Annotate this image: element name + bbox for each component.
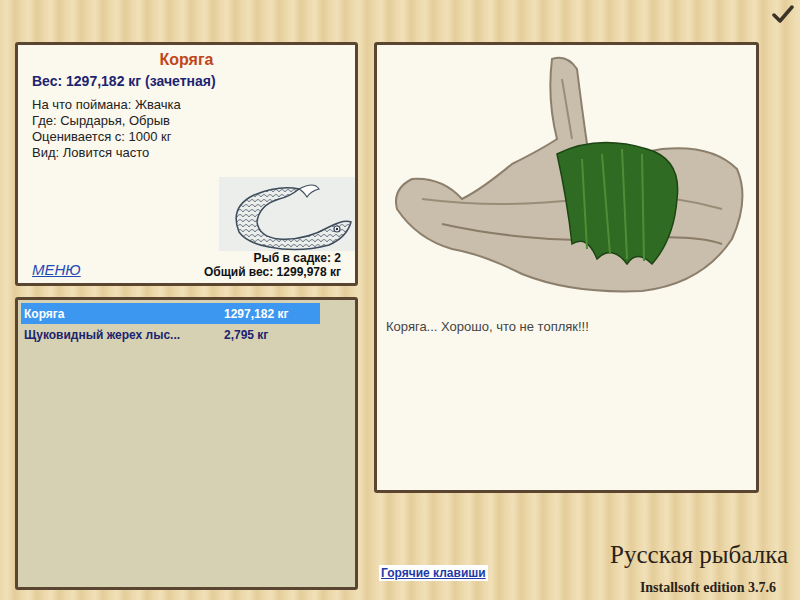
picture-panel: Коряга... Хорошо, что не топляк!!! [374,42,759,493]
catch-weight: Вес: 1297,182 кг (зачетная) [32,71,341,91]
row-weight: 1297,182 кг [224,305,288,323]
main-area: КорягаВес: 1297,182 кг (зачетная)На что … [0,42,800,600]
edition-label: Installsoft edition 3.7.6 [640,580,776,596]
catch-row[interactable]: Щуковидный жерех лыс...2,795 кг [21,324,320,345]
fish-logo-icon [219,177,355,251]
hotkeys-link[interactable]: Горячие клавиши [379,565,488,581]
bottom-bar: Горячие клавиши Русская рыбалка Installsof… [374,493,800,600]
detail-line: Вид: Ловится часто [32,145,341,161]
game-screen: КорягаВес: 1297,182 кг (зачетная)На что … [0,0,800,600]
row-name: Щуковидный жерех лыс... [24,326,224,344]
catch-row[interactable]: Коряга1297,182 кг [21,303,320,324]
right-column: Коряга... Хорошо, что не топляк!!! Горячи… [374,42,800,600]
detail-line: На что поймана: Жвачка [32,97,341,113]
game-title: Русская рыбалка [610,540,788,570]
catch-title: Коряга [32,49,341,71]
card-footer: МЕНЮ Рыб в садке: 2Общий вес: 1299,978 кг [32,251,341,279]
total-weight: Общий вес: 1299,978 кг [204,265,341,279]
catch-card: КорягаВес: 1297,182 кг (зачетная) На что … [15,42,358,286]
row-name: Коряга [24,305,224,323]
confirm-check-icon[interactable] [772,4,794,24]
row-weight: 2,795 кг [224,326,268,344]
menu-button[interactable]: МЕНЮ [32,261,81,279]
left-column: КорягаВес: 1297,182 кг (зачетная)На что … [15,42,358,600]
detail-line: Где: Сырдарья, Обрыв [32,113,341,129]
fish-count: Рыб в садке: 2 [253,251,341,265]
driftwood-picture [382,49,752,299]
top-bar [0,0,800,42]
detail-line: Оценивается с: 1000 кг [32,129,341,145]
catch-description: Коряга... Хорошо, что не топляк!!! [377,299,756,337]
catch-list: Коряга1297,182 кгЩуковидный жерех лыс...… [15,297,358,590]
catch-details: На что поймана: ЖвачкаГде: Сырдарья, Обр… [32,97,341,161]
